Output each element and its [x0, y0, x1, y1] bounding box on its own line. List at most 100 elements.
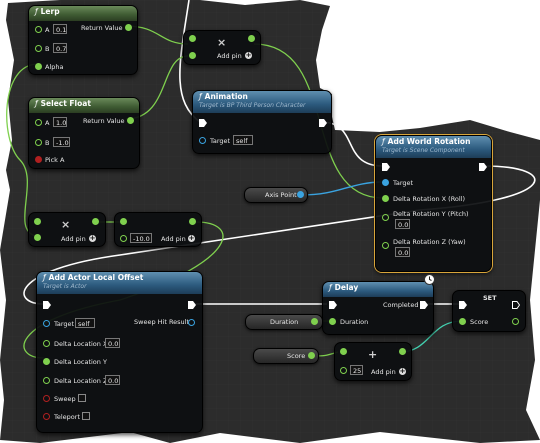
multiply-left-add-pin-label[interactable]: Add pin [61, 235, 86, 243]
add-actor-local-offset-dx-pin[interactable] [43, 340, 50, 347]
add-world-rotation-header[interactable]: ƒ Add World Rotation Target is Scene Compo… [376, 136, 491, 158]
set-score-node[interactable]: SET Score [452, 290, 526, 332]
duration-variable-out-pin[interactable] [311, 318, 318, 325]
add-actor-local-offset-dy-pin[interactable] [43, 358, 50, 365]
delay-exec-out[interactable] [420, 301, 428, 309]
lerp-b-value[interactable]: 0.7 [53, 43, 67, 53]
lerp-a-value[interactable]: 0.1 [53, 24, 67, 34]
set-score-in-pin[interactable] [459, 318, 466, 325]
multiply-left-out-pin[interactable] [92, 218, 99, 225]
axis-point-variable[interactable]: Axis Point [244, 187, 308, 203]
multiply-node-left[interactable]: × Add pin + [28, 212, 106, 247]
add-b-value[interactable]: 25 [350, 365, 363, 375]
add-world-rotation-exec-out[interactable] [479, 163, 487, 171]
select-float-b-pin[interactable] [35, 139, 42, 146]
multiply-top-add-pin-icon[interactable]: + [245, 52, 252, 59]
multiply-mid-add-pin-label[interactable]: Add pin [161, 235, 186, 243]
add-world-rotation-pitch-value[interactable]: 0.0 [395, 219, 410, 229]
add-world-rotation-pitch-pin[interactable] [382, 214, 389, 221]
animation-exec-in[interactable] [199, 119, 207, 127]
select-float-node[interactable]: ƒ Select Float A 1.0 B -1.0 Pick A Return… [28, 97, 140, 169]
select-float-pick-pin[interactable] [35, 156, 42, 163]
multiply-left-add-pin-icon[interactable]: + [89, 235, 96, 242]
multiply-mid-in-b-pin[interactable] [120, 235, 127, 242]
add-actor-local-offset-target-label: Target [54, 320, 75, 328]
add-world-rotation-exec-in[interactable] [382, 163, 390, 171]
animation-target-value[interactable]: self [233, 135, 253, 145]
multiply-left-in-a-pin[interactable] [34, 218, 41, 225]
duration-variable-label: Duration [270, 318, 299, 326]
add-world-rotation-yaw-pin[interactable] [382, 242, 389, 249]
add-actor-local-offset-target-value[interactable]: self [75, 318, 95, 328]
select-float-a-value[interactable]: 1.0 [53, 117, 67, 127]
select-float-b-value[interactable]: -1.0 [53, 137, 70, 147]
add-actor-local-offset-exec-in[interactable] [43, 301, 51, 309]
add-node[interactable]: 25 + Add pin + [334, 342, 412, 381]
lerp-a-pin[interactable] [35, 26, 42, 33]
add-world-rotation-yaw-label: Delta Rotation Z (Yaw) [393, 238, 466, 246]
add-actor-local-offset-exec-out[interactable] [188, 301, 196, 309]
score-variable-out-pin[interactable] [308, 352, 315, 359]
animation-header[interactable]: ƒ Animation Target is BP Third Person Char… [193, 91, 331, 113]
lerp-b-pin[interactable] [35, 45, 42, 52]
multiply-mid-b-value[interactable]: -10.0 [130, 233, 152, 243]
multiply-node-top[interactable]: × Add pin + [183, 30, 261, 65]
multiply-top-in-a-pin[interactable] [189, 35, 196, 42]
animation-node[interactable]: ƒ Animation Target is BP Third Person Char… [192, 90, 332, 154]
add-actor-local-offset-dx-value[interactable]: 0.0 [105, 338, 120, 348]
delay-completed-label: Completed [383, 301, 419, 309]
set-score-exec-in[interactable] [459, 301, 467, 309]
set-score-out-pin[interactable] [512, 318, 519, 325]
add-actor-local-offset-target-pin[interactable] [43, 320, 50, 327]
select-float-a-pin[interactable] [35, 119, 42, 126]
add-actor-local-offset-dz-value[interactable]: 0.0 [105, 375, 120, 385]
delay-header[interactable]: ƒ Delay [323, 282, 433, 297]
add-actor-local-offset-title: Add Actor Local Offset [48, 273, 144, 282]
add-world-rotation-node[interactable]: ƒ Add World Rotation Target is Scene Compo… [375, 135, 492, 272]
select-float-return-pin[interactable] [127, 117, 134, 124]
duration-variable[interactable]: Duration [245, 314, 323, 330]
multiply-mid-out-pin[interactable] [189, 218, 196, 225]
multiply-top-add-pin-label[interactable]: Add pin [217, 52, 242, 60]
add-world-rotation-roll-pin[interactable] [382, 195, 389, 202]
lerp-a-label: A [45, 26, 50, 34]
add-actor-local-offset-sweep-checkbox[interactable] [78, 394, 86, 402]
add-actor-local-offset-teleport-checkbox[interactable] [82, 412, 90, 420]
multiply-node-mid[interactable]: -10.0 Add pin + [114, 212, 202, 247]
add-world-rotation-target-pin[interactable] [382, 179, 389, 186]
add-world-rotation-yaw-value[interactable]: 0.0 [395, 247, 410, 257]
animation-target-pin[interactable] [199, 137, 206, 144]
add-actor-local-offset-teleport-label: Teleport [54, 413, 80, 421]
add-add-pin-icon[interactable]: + [399, 368, 406, 375]
multiply-top-in-b-pin[interactable] [189, 52, 196, 59]
multiply-mid-add-pin-icon[interactable]: + [188, 235, 195, 242]
lerp-return-pin[interactable] [125, 24, 132, 31]
multiply-top-out-pin[interactable] [248, 35, 255, 42]
delay-duration-pin[interactable] [329, 318, 336, 325]
multiply-mid-in-a-pin[interactable] [120, 218, 127, 225]
add-in-b-pin[interactable] [340, 367, 347, 374]
add-add-pin-label[interactable]: Add pin [371, 368, 396, 376]
select-float-header[interactable]: ƒ Select Float [29, 98, 139, 113]
delay-node[interactable]: ƒ Delay Completed Duration [322, 281, 434, 335]
delay-exec-in[interactable] [329, 301, 337, 309]
add-world-rotation-roll-label: Delta Rotation X (Roll) [393, 195, 466, 203]
score-variable[interactable]: Score [253, 348, 319, 364]
add-actor-local-offset-header[interactable]: ƒ Add Actor Local Offset Target is Actor [37, 272, 202, 294]
add-actor-local-offset-dz-pin[interactable] [43, 377, 50, 384]
blueprint-graph-canvas[interactable]: ƒ Lerp A 0.1 B 0.7 Alpha Return Value ƒ Se… [0, 0, 540, 443]
add-actor-local-offset-node[interactable]: ƒ Add Actor Local Offset Target is Actor T… [36, 271, 203, 433]
axis-point-out-pin[interactable] [297, 191, 304, 198]
add-in-a-pin[interactable] [340, 348, 347, 355]
lerp-header[interactable]: ƒ Lerp [29, 6, 137, 21]
add-actor-local-offset-teleport-pin[interactable] [43, 413, 50, 420]
animation-target-label: Target [210, 137, 231, 145]
set-score-exec-out[interactable] [512, 301, 520, 309]
add-actor-local-offset-sweep-hit-pin[interactable] [188, 319, 195, 326]
animation-exec-out[interactable] [319, 119, 327, 127]
add-out-pin[interactable] [399, 348, 406, 355]
add-actor-local-offset-sweep-pin[interactable] [43, 395, 50, 402]
multiply-left-in-b-pin[interactable] [34, 234, 41, 241]
lerp-alpha-pin[interactable] [35, 63, 42, 70]
lerp-node[interactable]: ƒ Lerp A 0.1 B 0.7 Alpha Return Value [28, 5, 138, 75]
